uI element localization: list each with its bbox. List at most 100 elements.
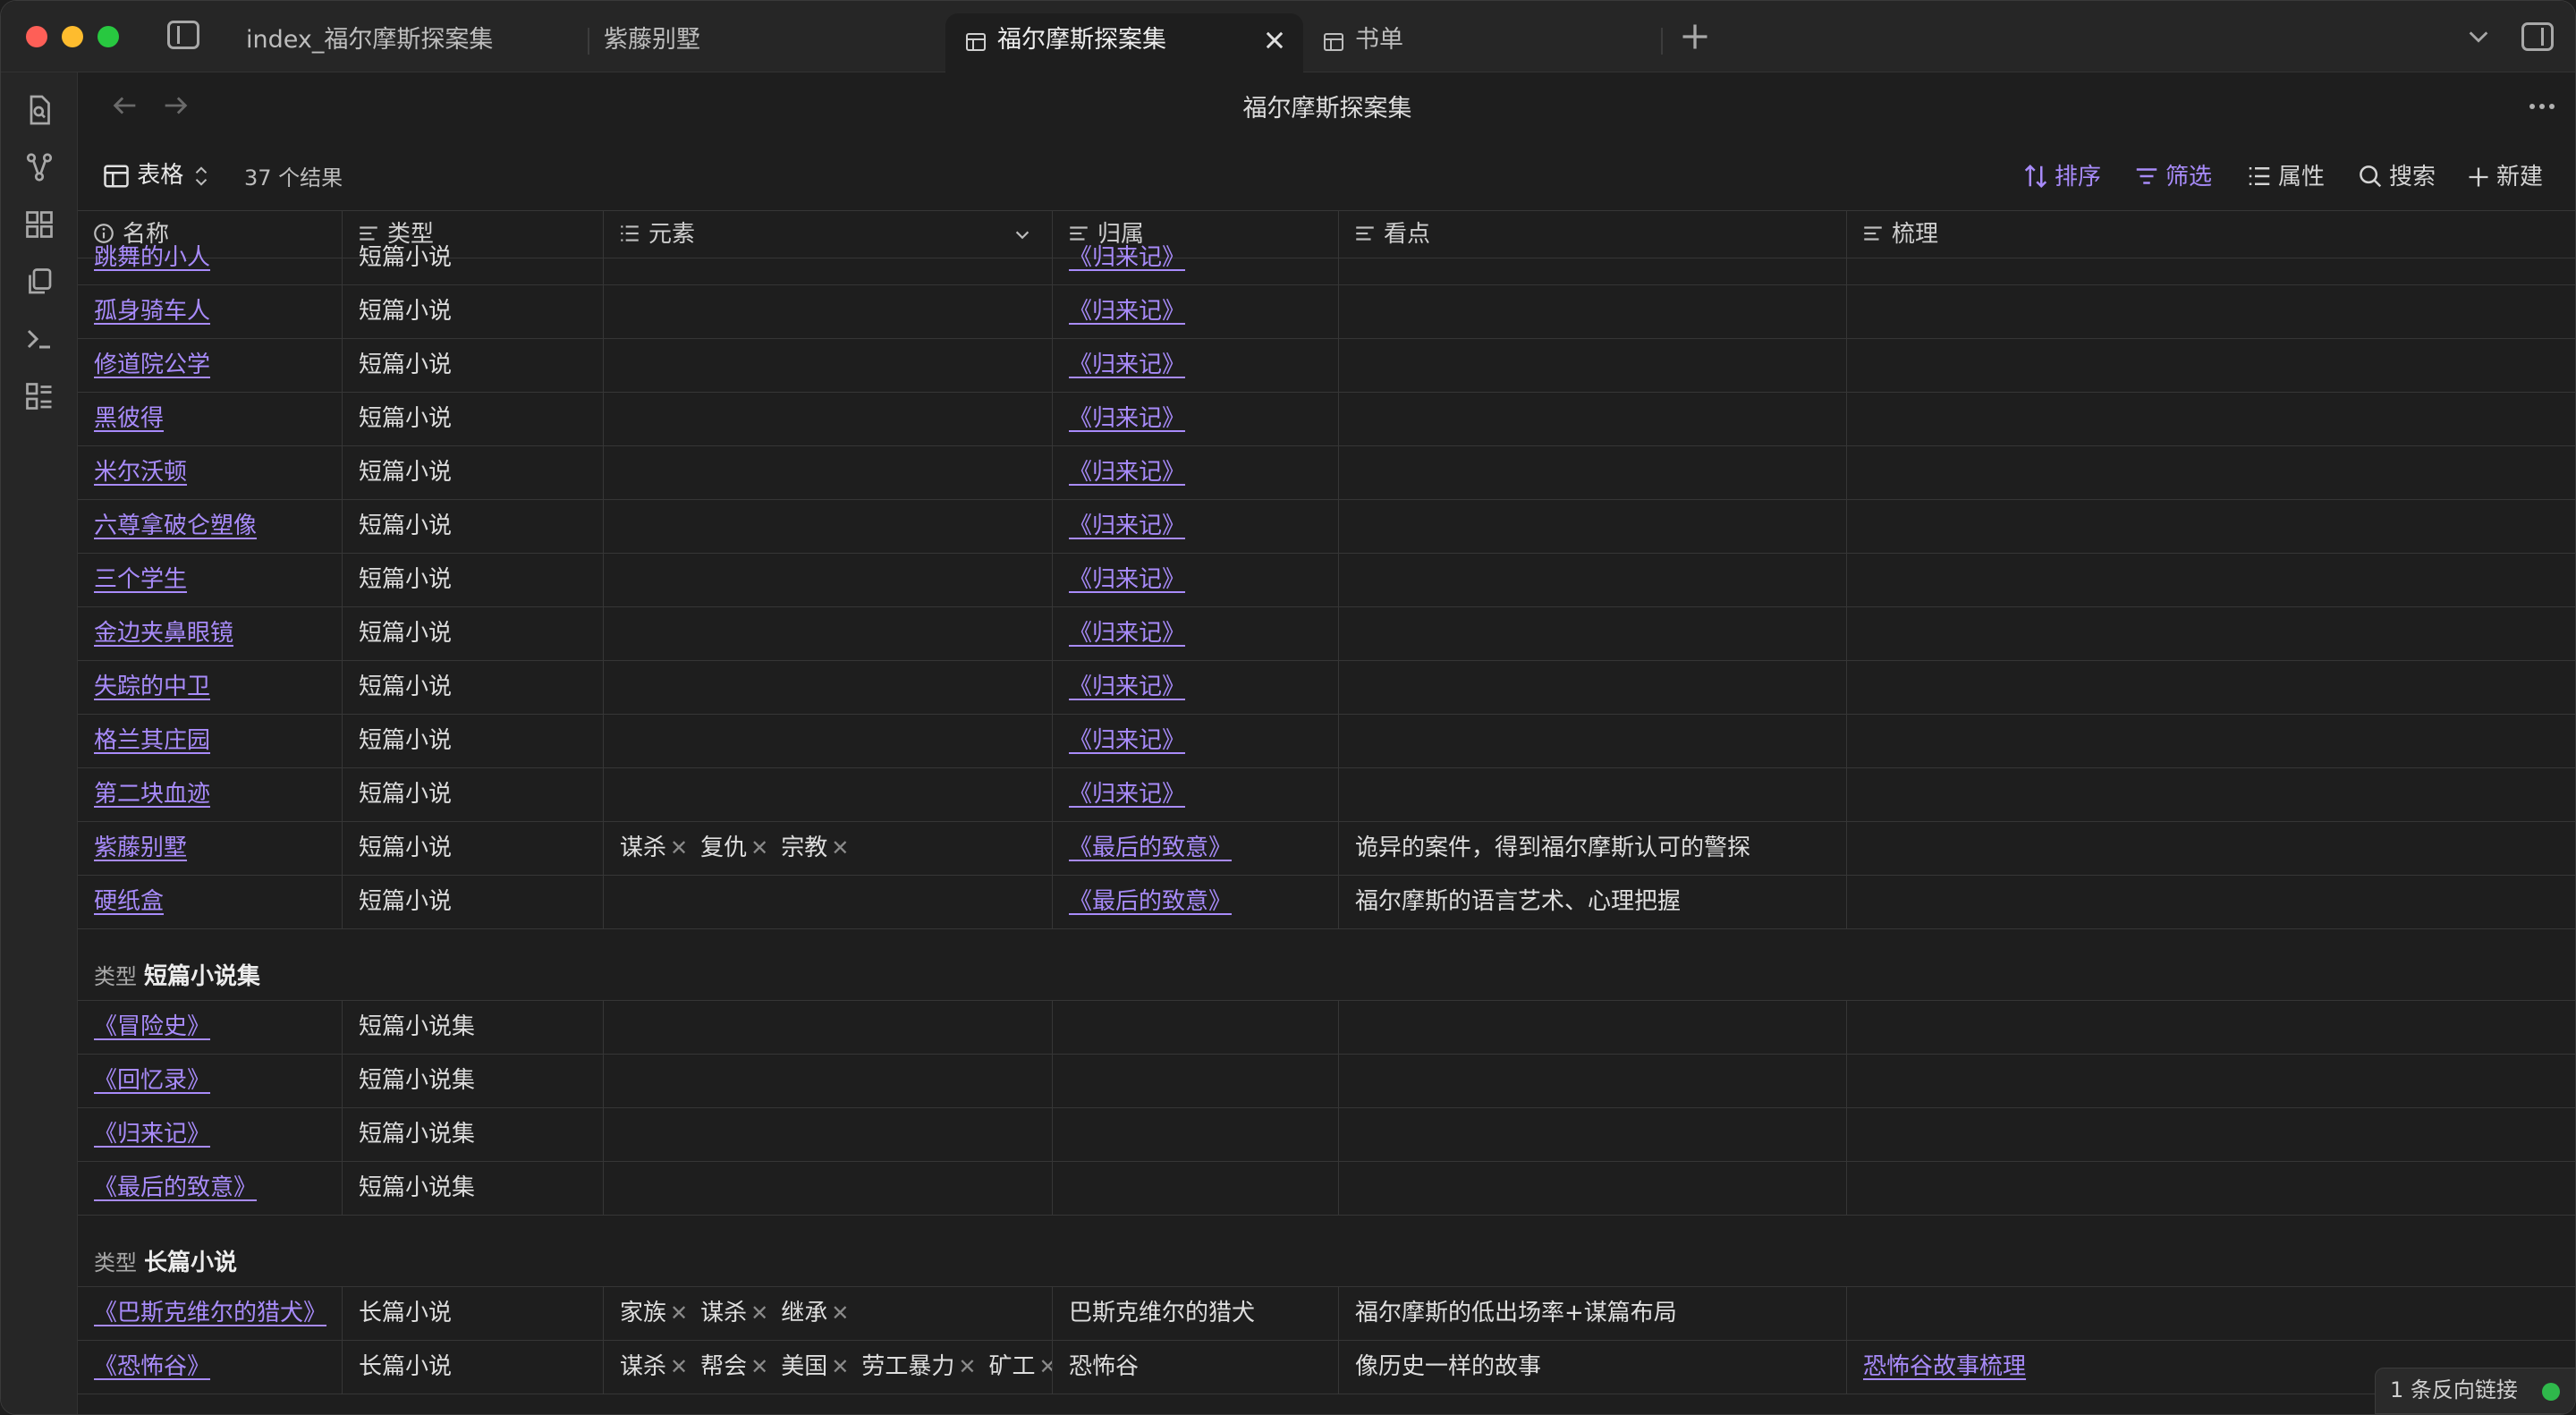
belongs-link[interactable]: 《归来记》 <box>1069 620 1185 647</box>
new-tab-plus-icon[interactable] <box>1679 21 1711 53</box>
cell-elements[interactable] <box>604 1001 1053 1055</box>
cell-elements[interactable] <box>604 1055 1053 1108</box>
cell-belongs[interactable]: 《归来记》 <box>1053 339 1339 393</box>
right-sidebar-toggle-icon[interactable] <box>2521 22 2554 51</box>
view-selector[interactable]: 表格 <box>103 157 211 190</box>
note-link[interactable]: 金边夹鼻眼镜 <box>94 620 233 647</box>
search-button[interactable]: 搜索 <box>2357 158 2436 191</box>
close-tab-icon[interactable] <box>1262 28 1287 53</box>
belongs-link[interactable]: 《最后的致意》 <box>1069 888 1232 915</box>
cell-notes[interactable] <box>1847 768 2575 822</box>
copy-files-icon[interactable] <box>23 266 55 298</box>
note-link[interactable]: 《恐怖谷》 <box>94 1353 210 1380</box>
cell-name[interactable]: 《回忆录》 <box>78 1055 343 1108</box>
tab-booklist[interactable]: 书单 <box>1303 13 1661 72</box>
cell-belongs[interactable]: 《最后的致意》 <box>1053 822 1339 876</box>
cell-notes[interactable] <box>1847 339 2575 393</box>
cell-notes[interactable] <box>1847 285 2575 339</box>
cell-highlights[interactable] <box>1339 446 1847 500</box>
minimize-window-button[interactable] <box>62 26 83 47</box>
remove-tag-icon[interactable]: ✕ <box>831 1354 849 1379</box>
remove-tag-icon[interactable]: ✕ <box>670 1301 688 1326</box>
remove-tag-icon[interactable]: ✕ <box>831 835 849 860</box>
belongs-link[interactable]: 《归来记》 <box>1069 727 1185 754</box>
cell-name[interactable]: 《恐怖谷》 <box>78 1341 343 1394</box>
cell-belongs[interactable]: 《归来记》 <box>1053 715 1339 768</box>
cell-highlights[interactable] <box>1339 339 1847 393</box>
cell-belongs[interactable]: 《归来记》 <box>1053 446 1339 500</box>
cell-name[interactable]: 三个学生 <box>78 554 343 607</box>
cell-notes[interactable] <box>1847 822 2575 876</box>
canvas-grid-icon[interactable] <box>23 208 55 241</box>
cell-belongs[interactable]: 《归来记》 <box>1053 500 1339 554</box>
belongs-link[interactable]: 《最后的致意》 <box>1069 835 1232 861</box>
cell-belongs[interactable]: 巴斯克维尔的猎犬 <box>1053 1287 1339 1341</box>
left-sidebar-toggle-icon[interactable] <box>167 21 199 49</box>
belongs-link[interactable]: 《归来记》 <box>1069 513 1185 539</box>
cell-belongs[interactable]: 《归来记》 <box>1053 232 1339 285</box>
cell-notes[interactable] <box>1847 1108 2575 1162</box>
cell-highlights[interactable] <box>1339 500 1847 554</box>
note-link[interactable]: 《冒险史》 <box>94 1013 210 1040</box>
cell-belongs[interactable] <box>1053 1162 1339 1216</box>
cell-notes[interactable] <box>1847 232 2575 285</box>
cell-name[interactable]: 金边夹鼻眼镜 <box>78 607 343 661</box>
cell-elements[interactable] <box>604 500 1053 554</box>
cell-highlights[interactable] <box>1339 554 1847 607</box>
cell-belongs[interactable]: 《归来记》 <box>1053 393 1339 446</box>
cell-name[interactable]: 《归来记》 <box>78 1108 343 1162</box>
note-link[interactable]: 《归来记》 <box>94 1121 210 1148</box>
cell-elements[interactable] <box>604 876 1053 929</box>
cell-highlights[interactable]: 福尔摩斯的语言艺术、心理把握 <box>1339 876 1847 929</box>
cell-elements[interactable]: 谋杀 ✕ 复仇 ✕ 宗教 ✕ <box>604 822 1053 876</box>
maximize-window-button[interactable] <box>97 26 119 47</box>
belongs-link[interactable]: 《归来记》 <box>1069 405 1185 432</box>
cell-highlights[interactable] <box>1339 607 1847 661</box>
cell-name[interactable]: 《巴斯克维尔的猎犬》 <box>78 1287 343 1341</box>
cell-elements[interactable] <box>604 285 1053 339</box>
cell-name[interactable]: 六尊拿破仑塑像 <box>78 500 343 554</box>
cell-belongs[interactable]: 《最后的致意》 <box>1053 876 1339 929</box>
cell-notes[interactable] <box>1847 715 2575 768</box>
cell-notes[interactable] <box>1847 393 2575 446</box>
cell-elements[interactable] <box>604 661 1053 715</box>
note-link[interactable]: 黑彼得 <box>94 405 164 432</box>
cell-belongs[interactable] <box>1053 1001 1339 1055</box>
note-link[interactable]: 孤身骑车人 <box>94 298 210 325</box>
notes-link[interactable]: 恐怖谷故事梳理 <box>1863 1353 2026 1380</box>
cell-notes[interactable] <box>1847 1162 2575 1216</box>
remove-tag-icon[interactable]: ✕ <box>670 1354 688 1379</box>
cell-name[interactable]: 孤身骑车人 <box>78 285 343 339</box>
terminal-icon[interactable] <box>23 323 55 355</box>
sort-button[interactable]: 排序 <box>2022 158 2101 191</box>
remove-tag-icon[interactable]: ✕ <box>750 1301 768 1326</box>
note-link[interactable]: 失踪的中卫 <box>94 674 210 700</box>
note-link[interactable]: 修道院公学 <box>94 352 210 378</box>
note-link[interactable]: 《最后的致意》 <box>94 1174 257 1201</box>
cell-belongs[interactable]: 恐怖谷 <box>1053 1341 1339 1394</box>
search-file-icon[interactable] <box>23 94 55 126</box>
remove-tag-icon[interactable]: ✕ <box>750 835 768 860</box>
cell-elements[interactable] <box>604 1108 1053 1162</box>
cell-notes[interactable] <box>1847 1055 2575 1108</box>
cell-name[interactable]: 黑彼得 <box>78 393 343 446</box>
belongs-link[interactable]: 《归来记》 <box>1069 566 1185 593</box>
cell-highlights[interactable] <box>1339 768 1847 822</box>
cell-belongs[interactable]: 《归来记》 <box>1053 554 1339 607</box>
cell-name[interactable]: 修道院公学 <box>78 339 343 393</box>
cell-highlights[interactable] <box>1339 1001 1847 1055</box>
cell-elements[interactable] <box>604 1162 1053 1216</box>
graph-view-icon[interactable] <box>23 151 55 183</box>
cell-elements[interactable] <box>604 339 1053 393</box>
cell-belongs[interactable]: 《归来记》 <box>1053 285 1339 339</box>
cell-elements[interactable] <box>604 768 1053 822</box>
cell-highlights[interactable] <box>1339 1108 1847 1162</box>
cell-elements[interactable]: 家族 ✕ 谋杀 ✕ 继承 ✕ <box>604 1287 1053 1341</box>
remove-tag-icon[interactable]: ✕ <box>670 835 688 860</box>
cell-notes[interactable] <box>1847 661 2575 715</box>
tab-index[interactable]: index_福尔摩斯探案集 <box>225 13 582 72</box>
note-link[interactable]: 六尊拿破仑塑像 <box>94 513 257 539</box>
cell-highlights[interactable] <box>1339 661 1847 715</box>
note-link[interactable]: 紫藤别墅 <box>94 835 187 861</box>
cell-highlights[interactable] <box>1339 1055 1847 1108</box>
